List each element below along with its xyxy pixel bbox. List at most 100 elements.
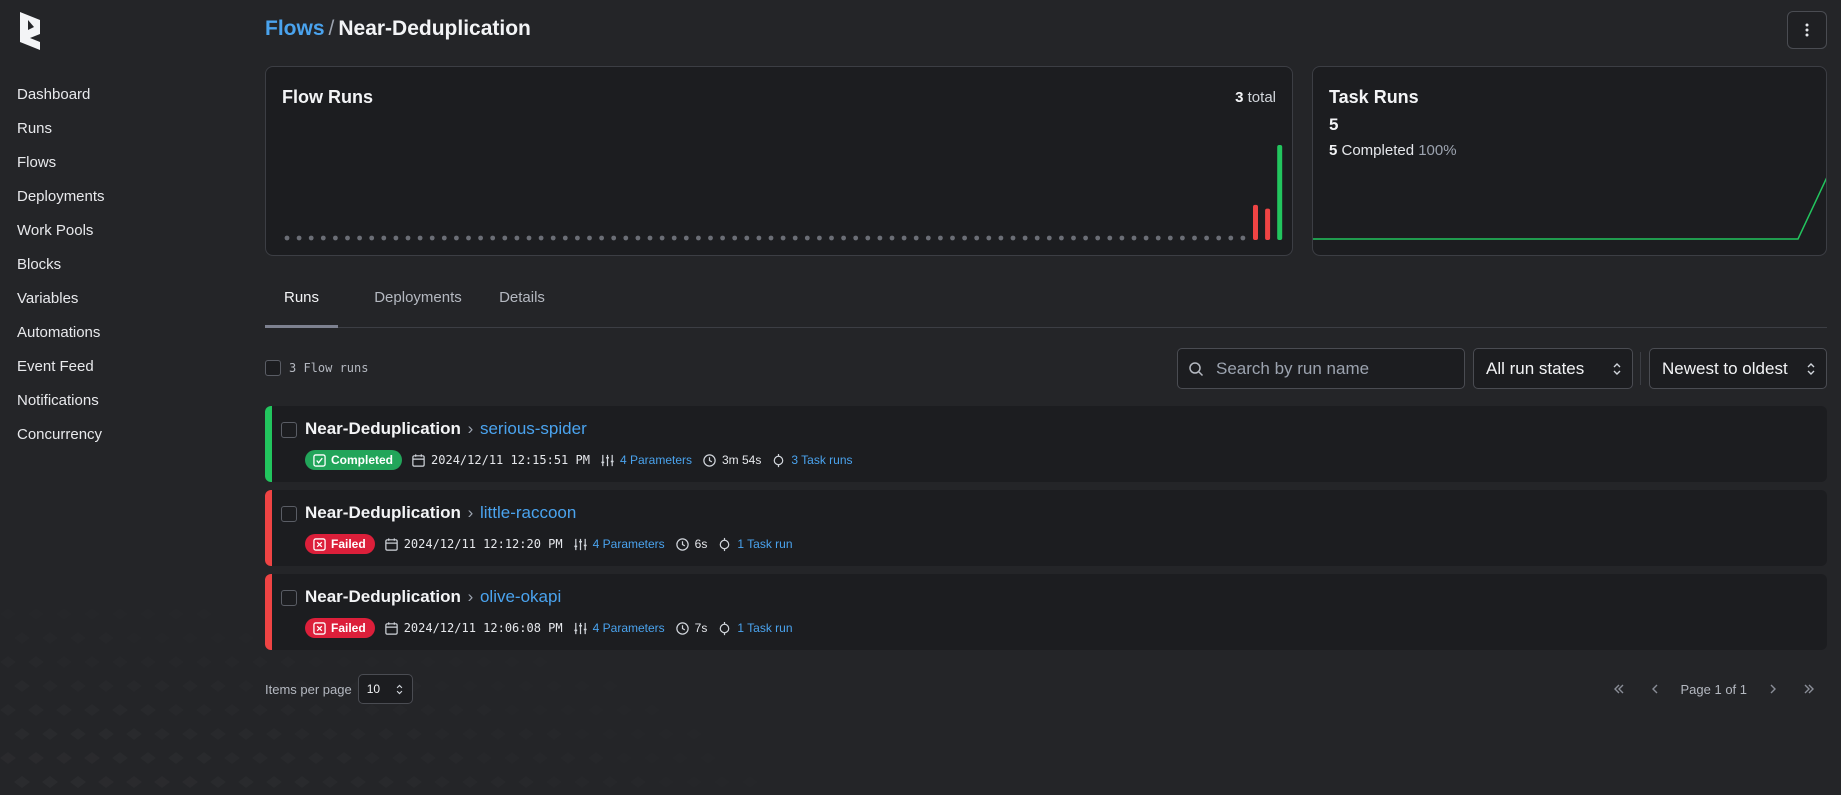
background-diamond	[308, 704, 324, 716]
empty-bucket-dot	[1240, 235, 1246, 241]
background-diamond	[714, 680, 730, 692]
run-meta: Completed 2024/12/11 12:15:51 PM 4 Param…	[305, 450, 863, 470]
flow-run-bar-failed[interactable]	[1253, 204, 1258, 240]
empty-bucket-dot	[841, 235, 846, 241]
background-diamond	[322, 728, 338, 740]
sidebar-item-event-feed[interactable]: Event Feed	[17, 356, 105, 390]
items-per-page-value: 10	[366, 682, 381, 696]
background-diamond	[322, 776, 338, 788]
empty-bucket-dot	[369, 235, 375, 241]
empty-bucket-dot	[1107, 235, 1113, 241]
background-diamond	[518, 728, 534, 740]
sidebar-item-automations[interactable]: Automations	[17, 322, 105, 356]
run-flow-name[interactable]: Near-Deduplication	[305, 587, 461, 606]
background-diamond	[742, 680, 758, 692]
run-state-stripe	[265, 490, 272, 566]
parameters-icon	[601, 454, 614, 466]
empty-bucket-dot	[865, 235, 871, 241]
run-row-checkbox[interactable]	[281, 422, 297, 438]
sidebar-item-runs[interactable]: Runs	[17, 118, 105, 152]
background-diamond	[504, 752, 520, 764]
empty-bucket-dot	[696, 235, 701, 241]
tab-runs[interactable]: Runs	[265, 283, 338, 328]
background-diamond	[448, 752, 464, 764]
run-flow-name[interactable]: Near-Deduplication	[305, 503, 461, 522]
run-row-checkbox[interactable]	[281, 506, 297, 522]
sidebar-item-variables[interactable]: Variables	[17, 288, 105, 322]
first-page-button[interactable]	[1601, 674, 1637, 704]
background-diamond	[588, 656, 604, 668]
background-diamond	[630, 728, 646, 740]
toolbar-divider	[1640, 352, 1641, 385]
background-diamond	[560, 704, 576, 716]
search-input[interactable]	[1216, 349, 1456, 388]
empty-bucket-dot	[611, 235, 617, 241]
empty-bucket-dot	[1022, 235, 1028, 241]
run-name-link[interactable]: little-raccoon	[480, 503, 576, 522]
state-badge-failed: Failed	[305, 534, 375, 554]
empty-bucket-dot	[1034, 235, 1040, 241]
background-diamond	[658, 728, 674, 740]
run-task-runs-link[interactable]: 3 Task runs	[791, 453, 852, 467]
background-diamond	[490, 680, 506, 692]
flow-run-bar-completed[interactable]	[1277, 145, 1283, 240]
flow-runs-count-label: 3 Flow runs	[289, 361, 369, 375]
background-diamond	[532, 752, 548, 764]
last-page-button[interactable]	[1791, 674, 1827, 704]
select-all-checkbox[interactable]	[265, 360, 281, 376]
chevron-right-icon: ›	[462, 419, 478, 438]
empty-bucket-dot	[599, 235, 604, 241]
flow-run-row[interactable]: Near-Deduplication › serious-spider Comp…	[265, 406, 1827, 482]
background-diamond	[518, 680, 534, 692]
background-diamond	[588, 752, 604, 764]
run-flow-name[interactable]: Near-Deduplication	[305, 419, 461, 438]
run-title: Near-Deduplication › little-raccoon	[305, 503, 576, 523]
run-name-link[interactable]: serious-spider	[480, 419, 587, 438]
background-diamond	[462, 776, 478, 788]
background-diamond	[406, 776, 422, 788]
background-diamond	[574, 776, 590, 788]
sidebar-item-flows[interactable]: Flows	[17, 152, 105, 186]
background-diamond	[504, 704, 520, 716]
background-diamond	[462, 728, 478, 740]
sidebar-item-blocks[interactable]: Blocks	[17, 254, 105, 288]
select-all-runs: 3 Flow runs	[265, 360, 368, 376]
empty-bucket-dot	[1192, 235, 1197, 241]
run-parameters-link[interactable]: 4 Parameters	[620, 453, 692, 467]
run-state-stripe	[265, 574, 272, 650]
background-diamond	[392, 752, 408, 764]
run-parameters-link[interactable]: 4 Parameters	[593, 537, 665, 551]
sidebar-item-deployments[interactable]: Deployments	[17, 186, 105, 220]
sidebar-item-dashboard[interactable]: Dashboard	[17, 84, 105, 118]
run-row-checkbox[interactable]	[281, 590, 297, 606]
flow-run-row[interactable]: Near-Deduplication › olive-okapi Failed …	[265, 574, 1827, 650]
tab-details[interactable]: Details	[482, 283, 562, 328]
background-diamond	[546, 680, 562, 692]
empty-bucket-dot	[647, 235, 653, 241]
run-task-runs-link[interactable]: 1 Task run	[737, 537, 792, 551]
flow-run-bar-failed[interactable]	[1265, 208, 1271, 240]
run-parameters-link[interactable]: 4 Parameters	[593, 621, 665, 635]
sidebar-item-concurrency[interactable]: Concurrency	[17, 424, 105, 458]
sort-select[interactable]: Newest to oldest	[1649, 348, 1827, 389]
tab-deployments[interactable]: Deployments	[358, 283, 478, 328]
items-per-page-select[interactable]: 10	[357, 674, 413, 704]
sidebar-item-work-pools[interactable]: Work Pools	[17, 220, 105, 254]
sidebar-item-notifications[interactable]: Notifications	[17, 390, 105, 424]
breadcrumb-flows-link[interactable]: Flows	[265, 17, 325, 40]
more-menu-button[interactable]	[1787, 11, 1827, 49]
background-diamond	[364, 656, 380, 668]
prefect-logo-icon[interactable]	[16, 12, 44, 50]
empty-bucket-dot	[635, 235, 641, 241]
empty-bucket-dot	[284, 235, 290, 241]
background-diamond	[602, 728, 618, 740]
clock-icon	[675, 537, 689, 551]
flow-run-row[interactable]: Near-Deduplication › little-raccoon Fail…	[265, 490, 1827, 566]
next-page-button[interactable]	[1755, 674, 1791, 704]
run-state-filter[interactable]: All run states	[1473, 348, 1633, 389]
background-diamond	[392, 656, 408, 668]
flow-runs-title: Flow Runs	[282, 87, 373, 107]
previous-page-button[interactable]	[1637, 674, 1673, 704]
run-name-link[interactable]: olive-okapi	[480, 587, 561, 606]
run-task-runs-link[interactable]: 1 Task run	[737, 621, 792, 635]
